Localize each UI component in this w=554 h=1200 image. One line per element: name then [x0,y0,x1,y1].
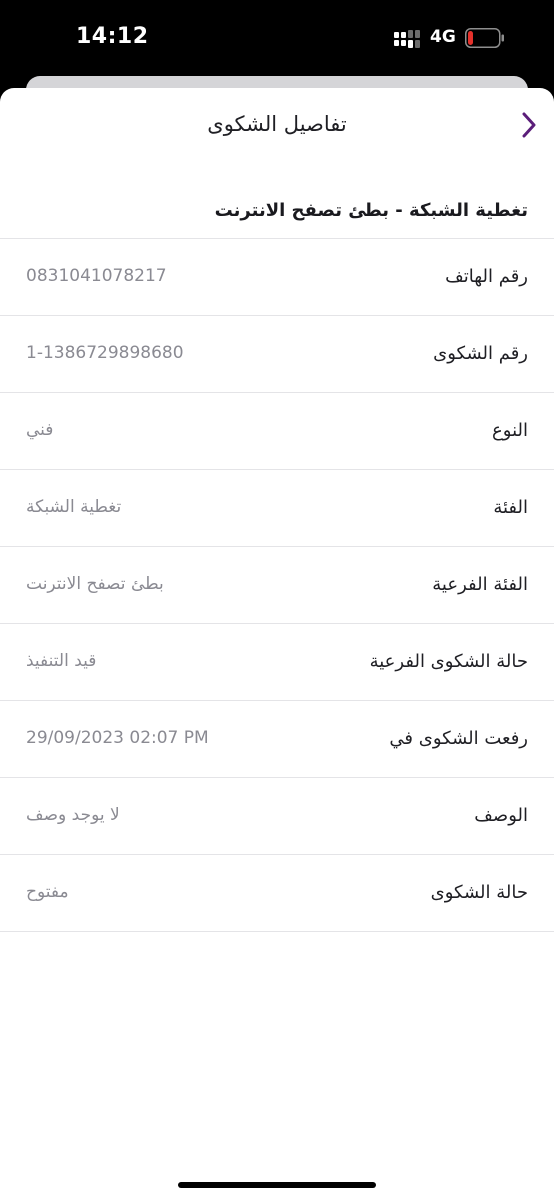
detail-label: رقم الشكوى [433,343,528,364]
detail-value: بطئ تصفح الانترنت [26,574,164,594]
detail-row-status: حالة الشكوى مفتوح [0,855,554,932]
home-indicator [178,1182,376,1188]
header: تفاصيل الشكوى [0,88,554,164]
detail-label: حالة الشكوى [430,882,528,903]
detail-label: النوع [492,420,528,441]
detail-label: حالة الشكوى الفرعية [369,651,528,672]
detail-row-description: الوصف لا يوجد وصف [0,778,554,855]
detail-row-submitted-at: رفعت الشكوى في 29/09/2023 02:07 PM [0,701,554,778]
detail-row-type: النوع فني [0,393,554,470]
network-type: 4G [430,27,456,47]
details-list: رقم الهاتف 0831041078217 رقم الشكوى 1-13… [0,238,554,932]
complaint-title: تغطية الشبكة - بطئ تصفح الانترنت [214,200,528,221]
battery-icon [465,28,504,48]
detail-row-sub-status: حالة الشكوى الفرعية قيد التنفيذ [0,624,554,701]
detail-label: الفئة الفرعية [432,574,528,595]
page-title: تفاصيل الشكوى [207,112,347,136]
status-time: 14:12 [76,24,149,49]
signal-strength-icon [394,30,420,48]
detail-value: فني [26,420,54,440]
detail-value: لا يوجد وصف [26,805,120,825]
detail-label: الوصف [474,805,528,826]
detail-row-subcategory: الفئة الفرعية بطئ تصفح الانترنت [0,547,554,624]
detail-value: 0831041078217 [26,266,167,286]
detail-value: 1-1386729898680 [26,343,184,363]
detail-value: قيد التنفيذ [26,651,97,671]
detail-label: رقم الهاتف [445,266,528,287]
detail-label: الفئة [493,497,528,518]
detail-value: تغطية الشبكة [26,497,122,517]
detail-label: رفعت الشكوى في [389,728,528,749]
detail-row-phone-number: رقم الهاتف 0831041078217 [0,239,554,316]
detail-value: مفتوح [26,882,69,902]
detail-row-category: الفئة تغطية الشبكة [0,470,554,547]
detail-value: 29/09/2023 02:07 PM [26,728,209,748]
detail-row-complaint-number: رقم الشكوى 1-1386729898680 [0,316,554,393]
status-bar: 14:12 4G [0,0,554,76]
complaint-details-sheet: تفاصيل الشكوى تغطية الشبكة - بطئ تصفح ال… [0,88,554,1200]
